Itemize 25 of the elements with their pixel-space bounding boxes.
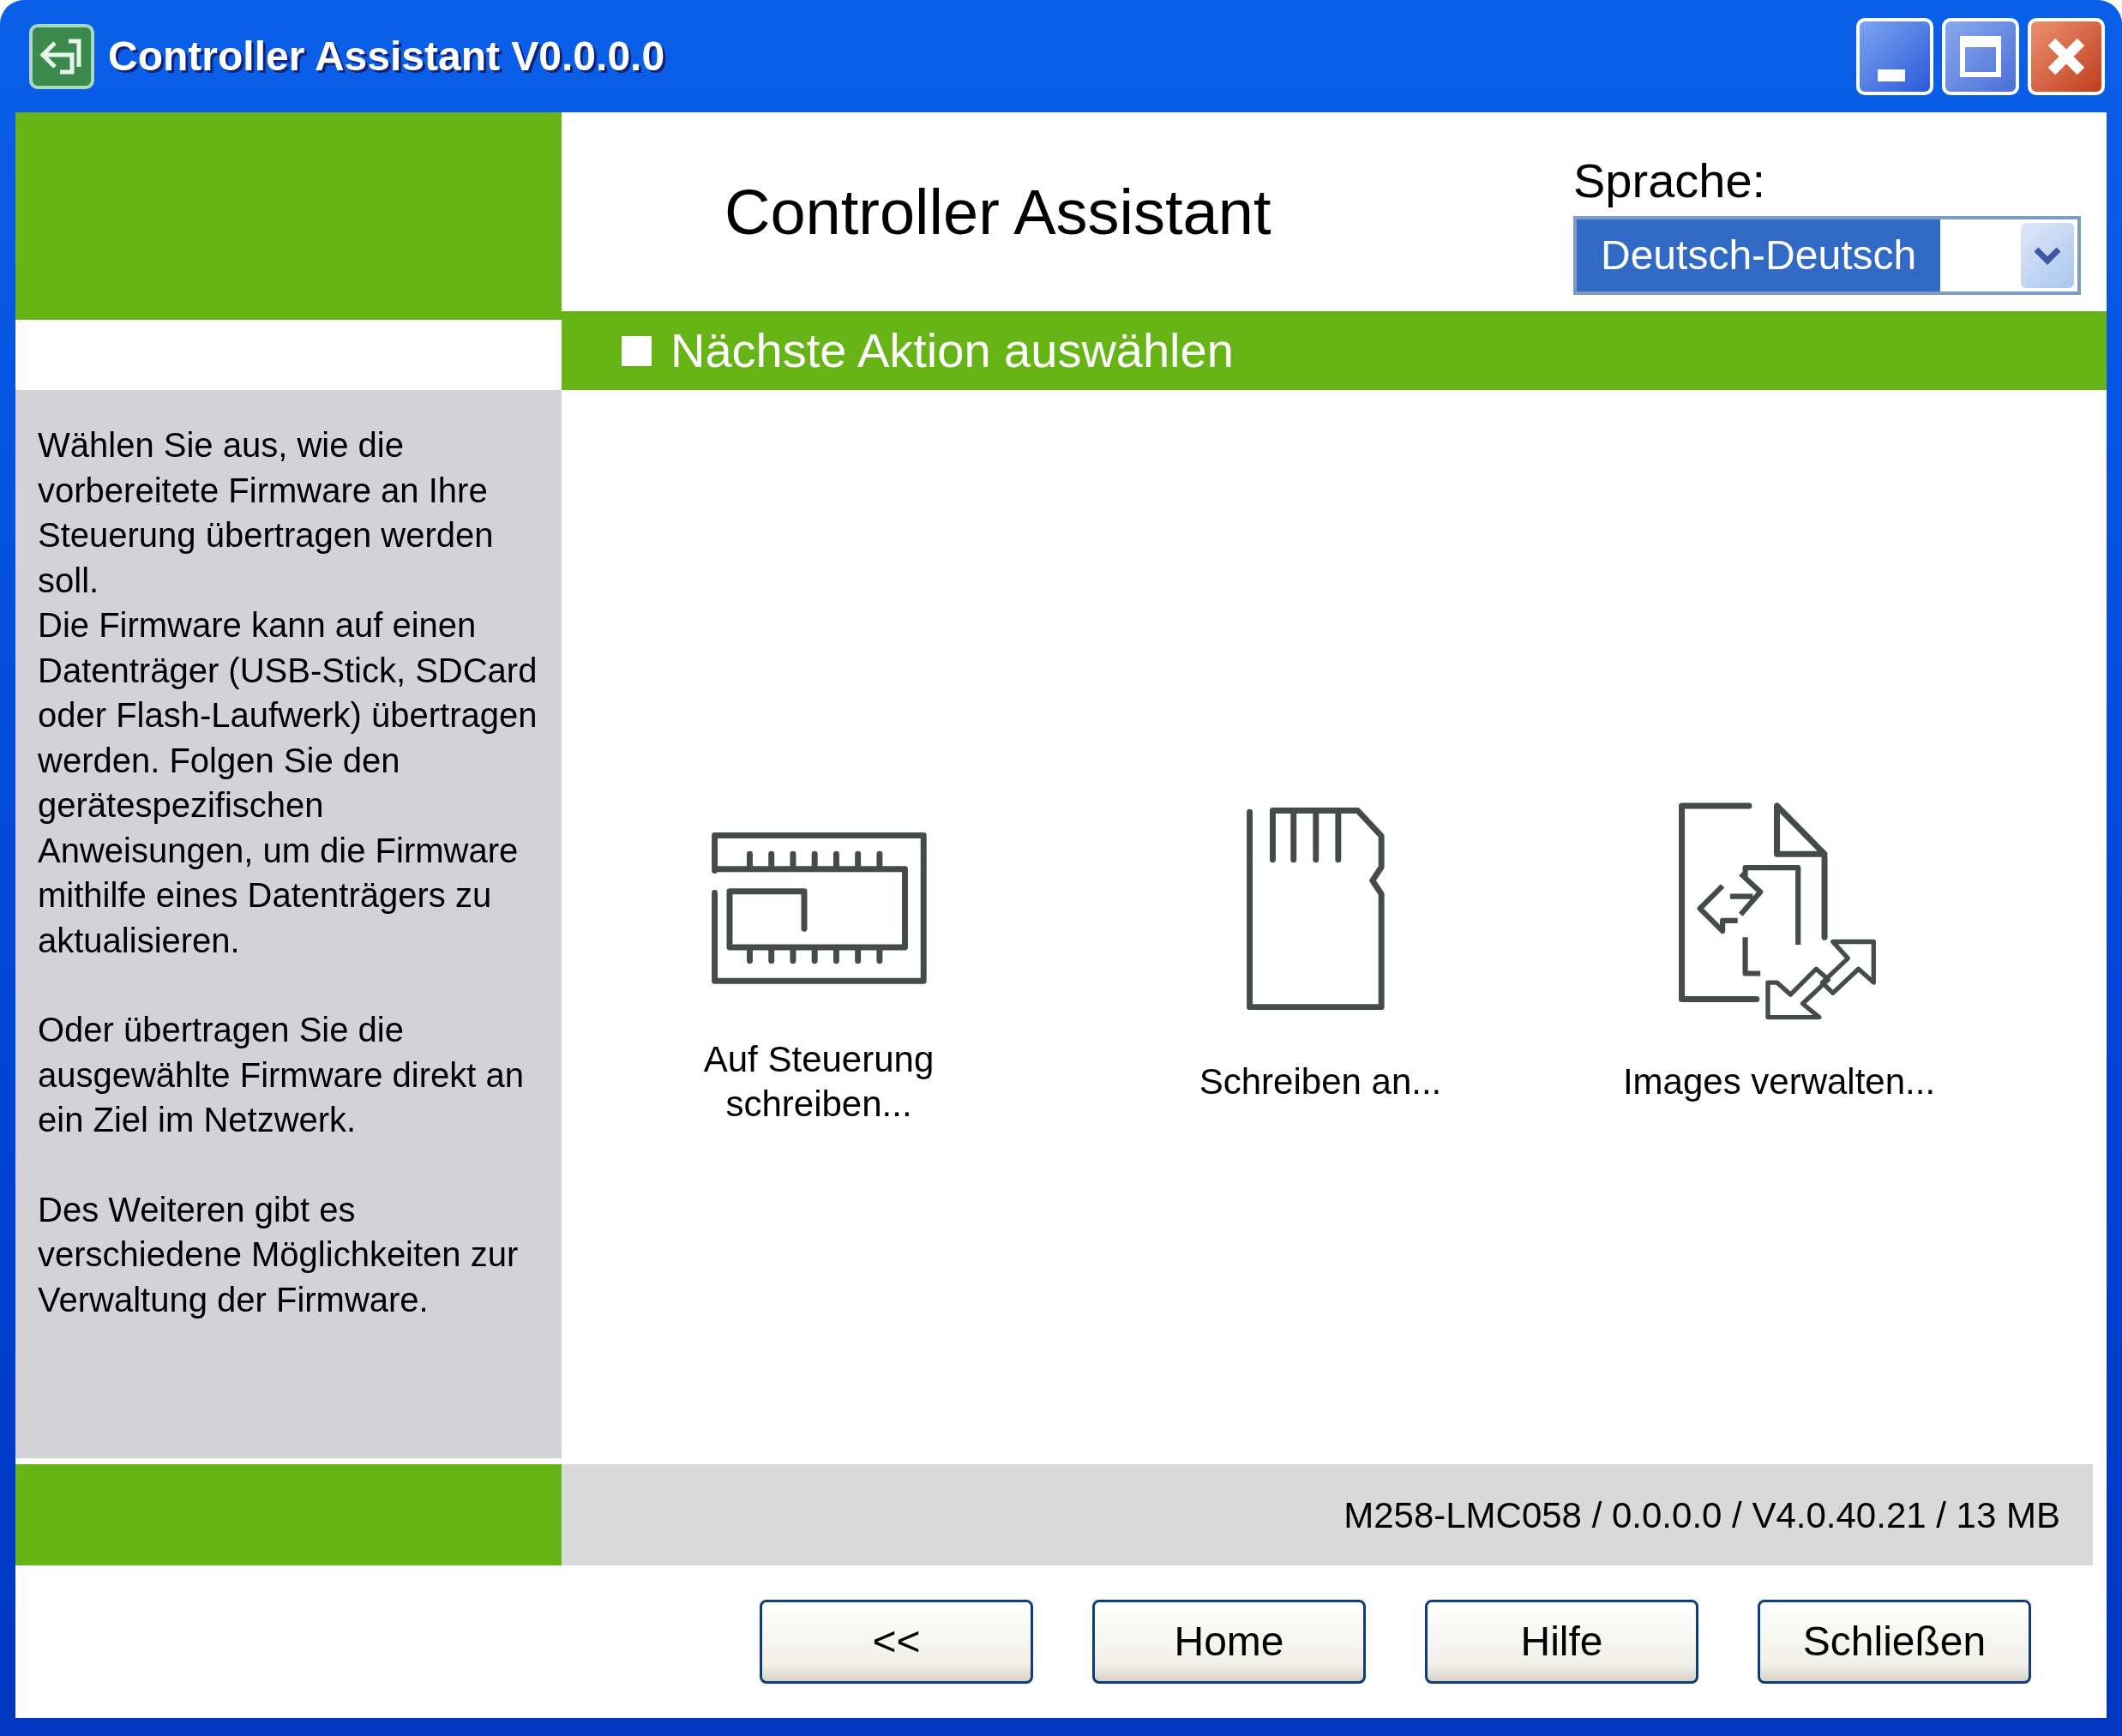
app-icon [29,23,94,89]
window-title: Controller Assistant V0.0.0.0 [108,32,665,81]
action-label[interactable]: Auf Steuerung schreiben... [647,1037,990,1126]
dialog-button[interactable]: Hilfe [1425,1600,1698,1684]
close-button[interactable] [2028,17,2105,95]
description-text: Wählen Sie aus, wie die vorbereitete Firmware an Ihre Steuerung übertragen werden soll. [38,425,495,601]
action-label[interactable]: Schreiben an... [1199,1060,1442,1104]
maximize-icon [1960,35,2001,77]
square-icon [622,335,652,366]
dialog-button[interactable]: << [760,1600,1033,1684]
dialog-button[interactable]: Schließen [1758,1600,2031,1684]
description-text: Des Weiteren gibt es verschiedene Möglichkeiten zur Verwaltung der Firmware. [38,1189,520,1320]
language-dropdown[interactable]: Deutsch-Deutsch [1573,215,2081,295]
description-text: Oder übertragen Sie die ausgewählte Firmware direkt an ein Ziel im Netzwerk. [38,1010,525,1140]
maximize-button[interactable] [1942,17,2019,95]
description-text: Die Firmware kann auf einen Datenträger (USB-Stick, SDCard oder Flash-Laufwerk) übertragen werden. Folgen Sie den gerätespezifischen Anweisungen, um die Firmware mithilfe eines Datenträgers zu aktualisieren. [38,605,538,961]
minimize-icon [1878,69,1905,81]
close-icon [2047,36,2086,76]
dialog-button[interactable]: Home [1092,1600,1366,1684]
section-title: Nächste Aktion auswählen [670,322,1234,379]
app-title: Controller Assistant [724,175,1271,249]
action-label[interactable]: Images verwalten... [1622,1060,1936,1104]
language-label: Sprache: [1573,154,1767,207]
minimize-button[interactable] [1856,17,1933,95]
status-bar: M258-LMC058 / 0.0.0.0 / V4.0.40.21 / 13 MB [562,1464,2093,1565]
